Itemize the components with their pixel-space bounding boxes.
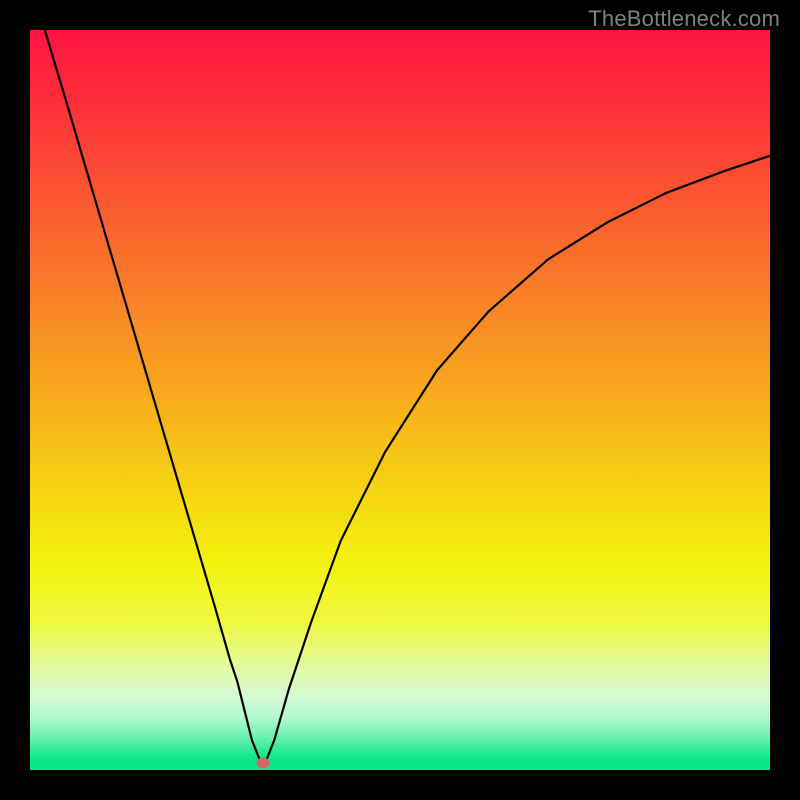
chart-frame: TheBottleneck.com: [0, 0, 800, 800]
chart-plot: [30, 30, 770, 770]
plot-background: [30, 30, 770, 770]
watermark-text: TheBottleneck.com: [588, 6, 780, 32]
minimum-marker: [257, 757, 270, 768]
